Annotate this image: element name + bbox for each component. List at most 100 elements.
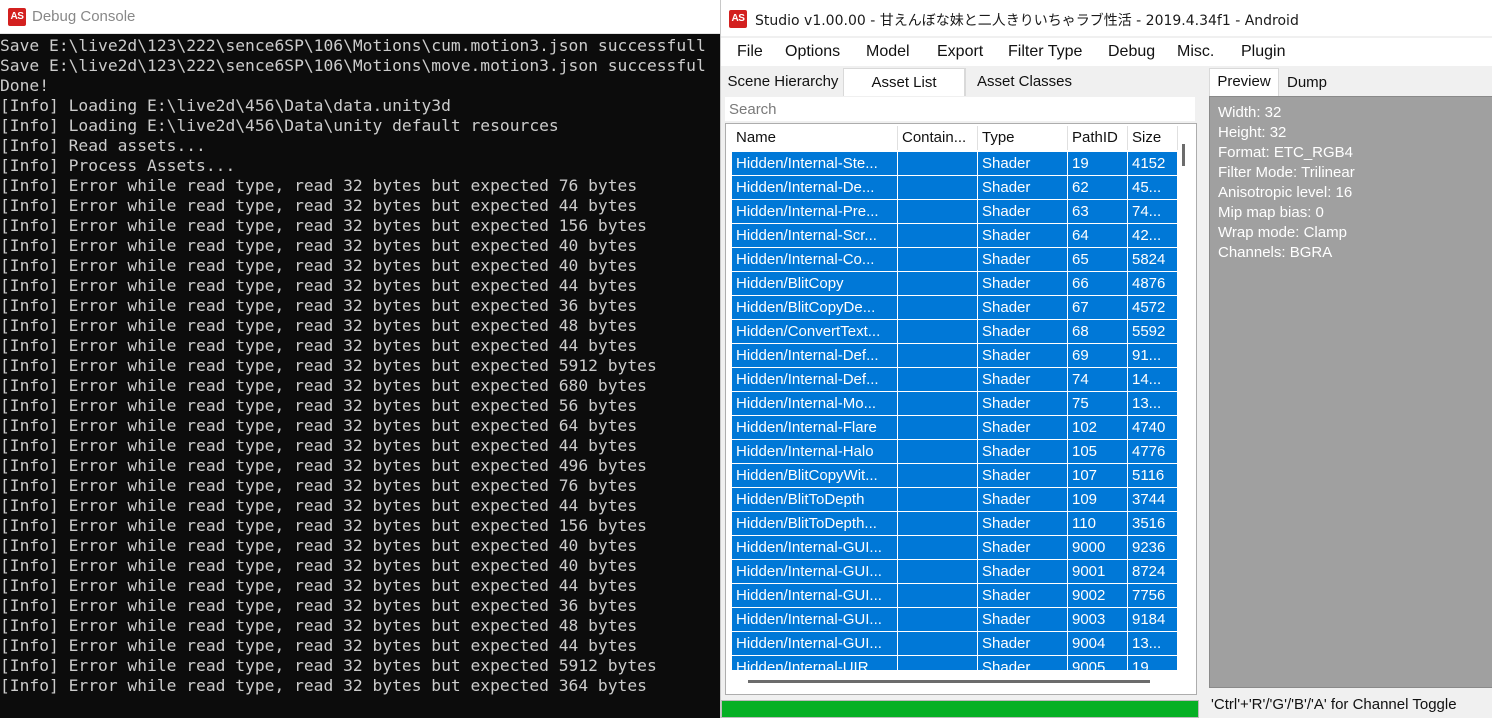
table-row[interactable]: Hidden/Internal-GUI... Shader 9001 8724: [732, 560, 1178, 584]
studio-window: AS Studio v1.00.00 - 甘えんぼな妹と二人きりいちゃラブ性活 …: [720, 0, 1492, 718]
tab-scene-hierarchy[interactable]: Scene Hierarchy: [723, 68, 843, 96]
info-width: Width: 32: [1218, 104, 1282, 121]
table-row[interactable]: Hidden/Internal-GUI... Shader 9003 9184: [732, 608, 1178, 632]
cell-name: Hidden/Internal-Ste...: [732, 152, 898, 175]
table-row[interactable]: Hidden/Internal-GUI... Shader 9000 9236: [732, 536, 1178, 560]
cell-name: Hidden/Internal-Mo...: [732, 392, 898, 415]
menu-filter-type[interactable]: Filter Type: [1008, 43, 1082, 61]
cell-pathid: 19: [1068, 152, 1128, 175]
cell-type: Shader: [978, 248, 1068, 271]
cell-name: Hidden/BlitCopyDe...: [732, 296, 898, 319]
cell-type: Shader: [978, 560, 1068, 583]
console-line: [Info] Error while read type, read 32 by…: [0, 616, 638, 635]
cell-pathid: 64: [1068, 224, 1128, 247]
column-header-name[interactable]: Name: [732, 126, 898, 150]
menu-export[interactable]: Export: [937, 43, 983, 61]
table-row[interactable]: Hidden/BlitCopyWit... Shader 107 5116: [732, 464, 1178, 488]
table-row[interactable]: Hidden/Internal-Halo Shader 105 4776: [732, 440, 1178, 464]
menu-plugin[interactable]: Plugin: [1241, 43, 1285, 61]
table-row[interactable]: Hidden/Internal-Co... Shader 65 5824: [732, 248, 1178, 272]
menu-model[interactable]: Model: [866, 43, 910, 61]
tab-asset-classes[interactable]: Asset Classes: [965, 68, 1083, 96]
tab-dump[interactable]: Dump: [1279, 70, 1335, 96]
cell-type: Shader: [978, 224, 1068, 247]
table-row[interactable]: Hidden/BlitCopy Shader 66 4876: [732, 272, 1178, 296]
menu-file[interactable]: File: [737, 43, 763, 61]
console-line: [Info] Loading E:\live2d\456\Data\data.u…: [0, 96, 451, 115]
cell-name: Hidden/Internal-Def...: [732, 344, 898, 367]
table-row[interactable]: Hidden/Internal-Scr... Shader 64 42...: [732, 224, 1178, 248]
menu-debug[interactable]: Debug: [1108, 43, 1155, 61]
table-row[interactable]: Hidden/Internal-Def... Shader 74 14...: [732, 368, 1178, 392]
cell-size: 3744: [1128, 488, 1178, 511]
cell-pathid: 65: [1068, 248, 1128, 271]
cell-type: Shader: [978, 416, 1068, 439]
cell-type: Shader: [978, 608, 1068, 631]
cell-pathid: 105: [1068, 440, 1128, 463]
table-row[interactable]: Hidden/Internal-GUI... Shader 9004 13...: [732, 632, 1178, 656]
table-row[interactable]: Hidden/Internal-Ste... Shader 19 4152: [732, 152, 1178, 176]
tab-preview[interactable]: Preview: [1209, 68, 1279, 96]
horizontal-scrollbar-thumb[interactable]: [748, 680, 1150, 683]
cell-pathid: 69: [1068, 344, 1128, 367]
cell-name: Hidden/Internal-GUI...: [732, 536, 898, 559]
cell-container: [898, 584, 978, 607]
column-header-type[interactable]: Type: [978, 126, 1068, 150]
table-row[interactable]: Hidden/Internal-Def... Shader 69 91...: [732, 344, 1178, 368]
table-row[interactable]: Hidden/ConvertText... Shader 68 5592: [732, 320, 1178, 344]
preview-area[interactable]: Width: 32 Height: 32 Format: ETC_RGB4 Fi…: [1209, 96, 1492, 688]
console-line: [Info] Error while read type, read 32 by…: [0, 676, 647, 695]
cell-type: Shader: [978, 272, 1068, 295]
search-input[interactable]: [725, 97, 1195, 121]
cell-container: [898, 512, 978, 535]
cell-type: Shader: [978, 440, 1068, 463]
cell-name: Hidden/Internal-Scr...: [732, 224, 898, 247]
asset-panel: Scene Hierarchy Asset List Asset Classes…: [723, 66, 1199, 696]
cell-pathid: 75: [1068, 392, 1128, 415]
cell-size: 5824: [1128, 248, 1178, 271]
cell-name: Hidden/Internal-Pre...: [732, 200, 898, 223]
cell-container: [898, 224, 978, 247]
cell-container: [898, 368, 978, 391]
column-header-pathid[interactable]: PathID: [1068, 126, 1128, 150]
table-row[interactable]: Hidden/Internal-Flare Shader 102 4740: [732, 416, 1178, 440]
cell-pathid: 68: [1068, 320, 1128, 343]
menu-options[interactable]: Options: [785, 43, 840, 61]
cell-name: Hidden/Internal-Halo: [732, 440, 898, 463]
console-line: [Info] Error while read type, read 32 by…: [0, 296, 638, 315]
console-output[interactable]: Save E:\live2d\123\222\sence6SP\106\Moti…: [0, 36, 722, 708]
app-logo-icon: AS: [8, 8, 26, 26]
cell-name: Hidden/Internal-GUI...: [732, 560, 898, 583]
table-row[interactable]: Hidden/BlitToDepth... Shader 110 3516: [732, 512, 1178, 536]
console-line: [Info] Read assets...: [0, 136, 206, 155]
vertical-scrollbar-thumb[interactable]: [1182, 144, 1185, 166]
table-row[interactable]: Hidden/Internal-De... Shader 62 45...: [732, 176, 1178, 200]
column-header-size[interactable]: Size: [1128, 126, 1178, 150]
asset-list[interactable]: Name Contain... Type PathID Size Hidden/…: [725, 123, 1197, 695]
tab-asset-list[interactable]: Asset List: [843, 68, 965, 96]
table-row[interactable]: Hidden/Internal-Mo... Shader 75 13...: [732, 392, 1178, 416]
table-row[interactable]: Hidden/Internal-Pre... Shader 63 74...: [732, 200, 1178, 224]
table-row[interactable]: Hidden/BlitToDepth Shader 109 3744: [732, 488, 1178, 512]
cell-pathid: 9004: [1068, 632, 1128, 655]
info-mip-map-bias: Mip map bias: 0: [1218, 204, 1324, 221]
menu-misc[interactable]: Misc.: [1177, 43, 1214, 61]
table-row[interactable]: Hidden/BlitCopyDe... Shader 67 4572: [732, 296, 1178, 320]
console-line: [Info] Error while read type, read 32 by…: [0, 176, 638, 195]
console-titlebar[interactable]: AS Debug Console: [0, 0, 722, 34]
cell-pathid: 62: [1068, 176, 1128, 199]
console-line: [Info] Error while read type, read 32 by…: [0, 456, 647, 475]
console-line: [Info] Error while read type, read 32 by…: [0, 596, 638, 615]
horizontal-scrollbar[interactable]: [732, 674, 1178, 692]
studio-titlebar[interactable]: AS Studio v1.00.00 - 甘えんぼな妹と二人きりいちゃラブ性活 …: [721, 0, 1492, 36]
table-row[interactable]: Hidden/Internal-UIR... Shader 9005 19...: [732, 656, 1178, 670]
cell-container: [898, 464, 978, 487]
cell-pathid: 9005: [1068, 656, 1128, 670]
cell-type: Shader: [978, 368, 1068, 391]
console-line: [Info] Error while read type, read 32 by…: [0, 576, 638, 595]
table-row[interactable]: Hidden/Internal-GUI... Shader 9002 7756: [732, 584, 1178, 608]
cell-size: 13...: [1128, 392, 1178, 415]
column-header-container[interactable]: Contain...: [898, 126, 978, 150]
cell-size: 9236: [1128, 536, 1178, 559]
cell-type: Shader: [978, 584, 1068, 607]
